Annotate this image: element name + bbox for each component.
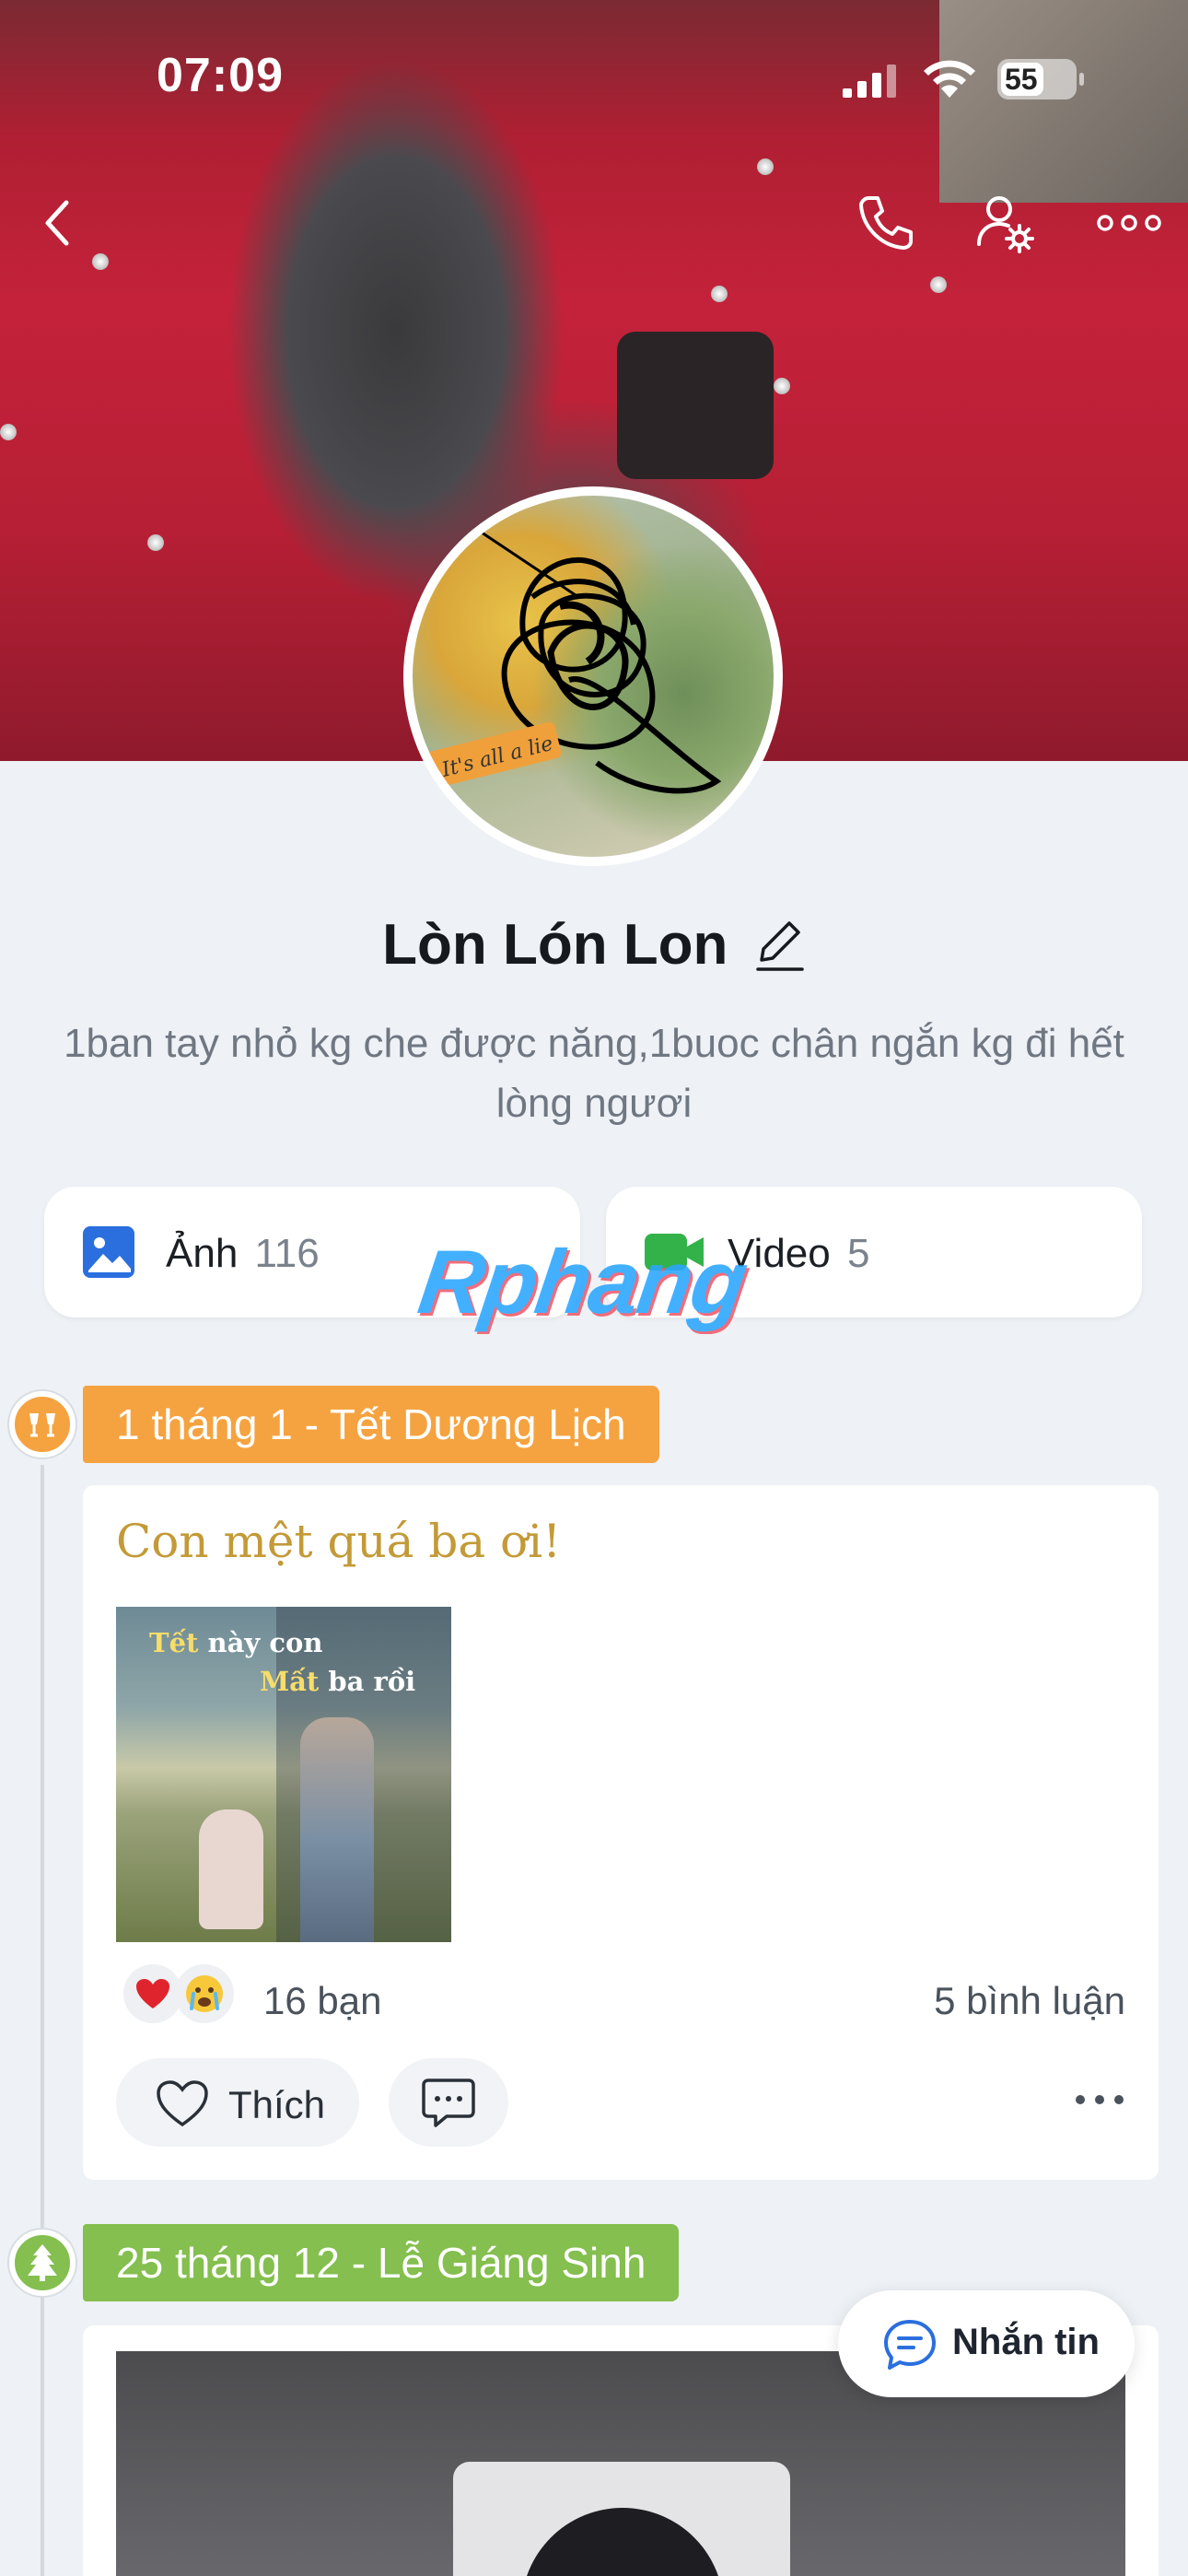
battery-indicator: 55 <box>997 59 1084 100</box>
heart-outline-icon <box>157 2080 208 2127</box>
avatar-image: It's all a lie <box>413 496 774 857</box>
timeline-marker <box>9 1391 76 1458</box>
chat-bubble-icon <box>884 2320 936 2370</box>
photos-label-text: Ảnh <box>166 1231 239 1276</box>
wifi-icon <box>924 60 975 98</box>
comment-count[interactable]: 5 bình luận <box>934 1979 1125 2023</box>
comment-icon <box>422 2078 475 2127</box>
status-time: 07:09 <box>157 49 284 102</box>
post-image-caption-1: Tết này con <box>149 1627 322 1658</box>
post-title: Con mệt quá ba ơi! <box>116 1515 562 1568</box>
more-options-button[interactable] <box>1090 184 1168 262</box>
post-image[interactable]: Tết này con Mất ba rồi <box>116 1607 451 1942</box>
like-label: Thích <box>228 2083 326 2126</box>
cheers-icon <box>29 1413 55 1437</box>
post-card[interactable]: Con mệt quá ba ơi! Tết này con Mất ba rồ… <box>83 1485 1159 2180</box>
post-image-caption-2: Mất ba rồi <box>260 1666 415 1697</box>
chevron-left-icon <box>45 200 69 246</box>
videos-count: 5 <box>846 1231 870 1276</box>
cover-stud <box>757 158 774 175</box>
status-bar: 07:09 55 <box>0 0 1188 157</box>
crying-face-icon <box>175 1964 234 2023</box>
battery-level: 55 <box>1005 63 1038 96</box>
photos-count: 116 <box>254 1231 320 1276</box>
edit-pencil-icon[interactable] <box>754 918 806 973</box>
timeline-tag-new-year: 1 tháng 1 - Tết Dương Lịch <box>83 1386 659 1463</box>
message-button[interactable]: Nhắn tin <box>838 2290 1135 2397</box>
back-button[interactable] <box>18 184 96 262</box>
heart-icon <box>123 1964 182 2023</box>
post-image-girl <box>199 1809 263 1929</box>
profile-bio: 1ban tay nhỏ kg che được năng,1buoc chân… <box>64 1021 1124 1126</box>
more-horizontal-icon <box>1097 215 1161 231</box>
cover-stud <box>711 286 728 302</box>
post-image-caption-1-highlight: Tết <box>149 1627 199 1658</box>
profile-name: Lòn Lón Lon <box>382 913 728 977</box>
cover-stud <box>147 534 164 551</box>
cellular-signal-icon <box>843 64 896 98</box>
watermark-logo: Rphang <box>413 1231 752 1332</box>
comment-button[interactable] <box>389 2058 508 2147</box>
cover-stud <box>0 424 17 440</box>
profile-avatar[interactable]: It's all a lie <box>403 486 783 866</box>
cover-stud <box>930 276 947 293</box>
post-image-caption-2-highlight: Mất <box>260 1666 320 1697</box>
post-more-icon[interactable] <box>1074 2093 1125 2106</box>
cover-stud <box>774 378 790 394</box>
phone-icon <box>859 196 913 250</box>
message-button-label: Nhắn tin <box>952 2322 1100 2362</box>
christmas-tree-icon <box>28 2244 57 2281</box>
timeline-line <box>41 1465 44 2576</box>
reaction-count[interactable]: 16 bạn <box>263 1979 381 2023</box>
avatar-scribble: It's all a lie <box>420 521 722 794</box>
post-image-caption-1-rest: này con <box>198 1627 323 1658</box>
cover-bag <box>617 332 774 479</box>
battery-tip <box>1079 73 1084 86</box>
profile-settings-button[interactable] <box>967 184 1044 262</box>
user-settings-icon <box>977 196 1034 253</box>
post-image-man <box>300 1717 374 1942</box>
photo-icon <box>83 1226 134 1278</box>
profile-name-row: Lòn Lón Lon <box>0 912 1188 978</box>
photos-label: Ảnh 116 <box>166 1231 320 1277</box>
post-image-caption-2-rest: ba rồi <box>319 1666 416 1697</box>
like-button[interactable]: Thích <box>116 2058 359 2147</box>
timeline-marker <box>9 2230 76 2296</box>
call-button[interactable] <box>847 184 925 262</box>
timeline-tag-christmas: 25 tháng 12 - Lễ Giáng Sinh <box>83 2224 680 2301</box>
